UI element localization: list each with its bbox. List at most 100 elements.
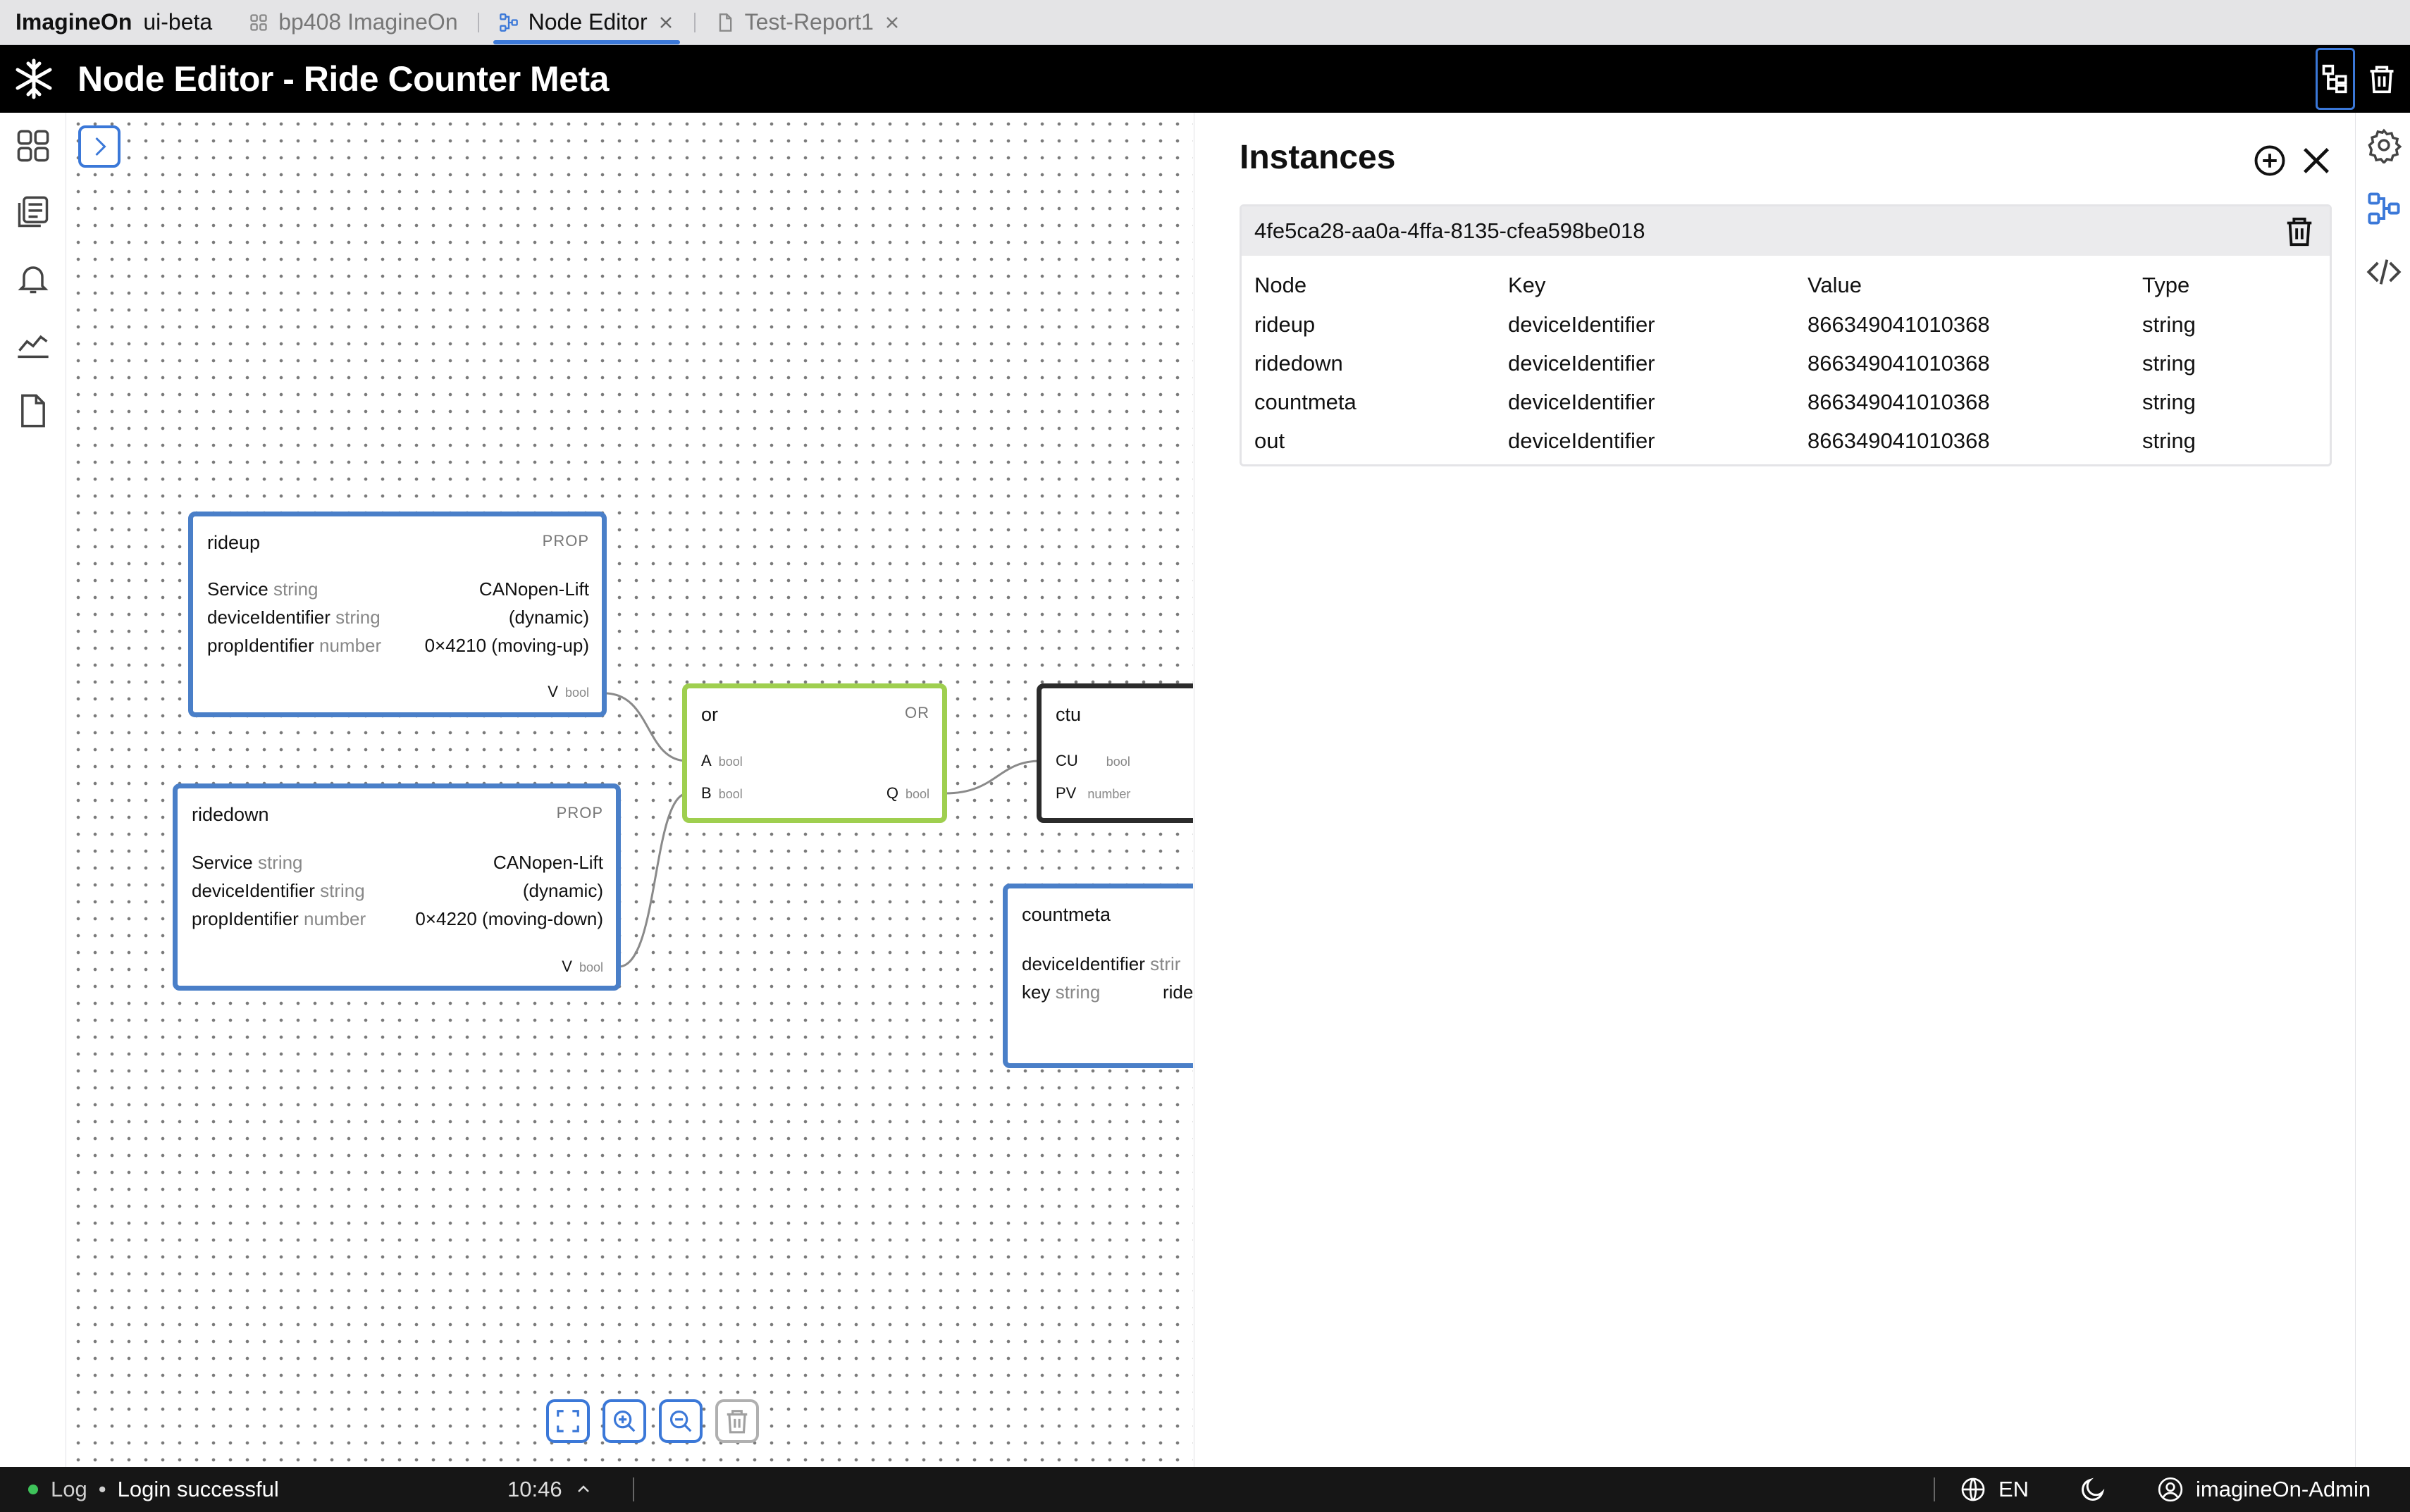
output-port-q[interactable]: Qbool [886, 784, 929, 803]
cell-value: 866349041010368 [1808, 311, 1990, 337]
node-rideup[interactable]: rideup PROP Service string CANopen-Lift … [188, 512, 607, 717]
tab-test-report[interactable]: Test-Report1 [700, 0, 916, 44]
status-message: Login successful [117, 1477, 279, 1501]
zoom-out-icon [669, 1410, 692, 1432]
status-divider [633, 1477, 634, 1501]
node-graph-icon [499, 13, 518, 32]
trash-icon [2370, 66, 2394, 94]
cell-key: deviceIdentifier [1508, 311, 1655, 337]
instances-panel: Instances 4fe5ca28-aa0a-4ffa-8135-cfea59… [1194, 113, 2355, 1467]
left-sidebar [0, 113, 66, 1467]
node-field: Service string CANopen-Lift [207, 578, 589, 600]
instance-table: Node Key Value Type rideup deviceIdentif… [1254, 266, 2325, 460]
settings-button[interactable] [2364, 125, 2404, 165]
instance-card: 4fe5ca28-aa0a-4ffa-8135-cfea598be018 Nod… [1240, 204, 2332, 466]
delete-button[interactable] [2362, 48, 2402, 110]
node-badge: OR [905, 704, 929, 721]
tab-bp408[interactable]: bp408 ImagineOn [233, 0, 473, 44]
cell-value: 866349041010368 [1808, 350, 1990, 376]
sidebar-notifications[interactable] [13, 258, 54, 299]
expand-panel-button[interactable] [78, 125, 121, 168]
trash-icon [727, 1410, 748, 1434]
panel-title: Instances [1240, 139, 1396, 176]
column-header: Node [1254, 273, 1307, 297]
page-title: Node Editor - Ride Counter Meta [78, 59, 609, 99]
user-menu[interactable]: imagineOn-Admin [2156, 1475, 2371, 1504]
status-divider [1934, 1477, 1935, 1501]
tab-separator [477, 12, 479, 32]
tab-separator [693, 12, 696, 32]
log-label[interactable]: Log [51, 1477, 87, 1502]
status-bar: Log • Login successful 10:46 EN imagineO… [0, 1467, 2410, 1512]
tab-label: bp408 ImagineOn [278, 9, 458, 35]
sidebar-documents[interactable] [13, 192, 54, 233]
node-canvas[interactable]: rideup PROP Service string CANopen-Lift … [67, 113, 1193, 1467]
tab-label: Node Editor [528, 9, 648, 35]
right-sidebar [2355, 113, 2410, 1467]
node-structure-icon [2368, 192, 2400, 225]
node-title: ctu [1056, 704, 1082, 725]
sidebar-apps[interactable] [13, 125, 54, 166]
fit-view-icon [557, 1410, 579, 1432]
cell-node: out [1254, 428, 1285, 453]
hierarchy-tree-button[interactable] [2316, 48, 2355, 110]
input-port-a[interactable]: Abool [701, 752, 743, 770]
node-ctu[interactable]: ctu CU bool PV number [1037, 683, 1193, 823]
chart-line-icon [18, 335, 49, 359]
node-or[interactable]: or OR Abool Bbool Qbool [682, 683, 947, 823]
close-icon[interactable] [2297, 141, 2336, 180]
brand[interactable]: ImagineOn ui-beta [0, 0, 233, 44]
snowflake-logo-icon [16, 58, 52, 99]
app-header: Node Editor - Ride Counter Meta [0, 45, 2410, 113]
theme-toggle[interactable] [2079, 1475, 2107, 1504]
table-header-row: Node Key Value Type [1254, 266, 2325, 305]
input-port-cu[interactable]: CU bool [1056, 752, 1130, 770]
zoom-in-button[interactable] [602, 1399, 646, 1443]
column-header: Type [2142, 273, 2190, 297]
close-icon[interactable] [657, 14, 674, 31]
chevron-up-icon [577, 1485, 589, 1492]
chevron-right-icon [95, 137, 106, 156]
cell-key: deviceIdentifier [1508, 428, 1655, 453]
log-time[interactable]: 10:46 [507, 1477, 592, 1502]
node-countmeta[interactable]: countmeta deviceIdentifier strir key str… [1003, 884, 1193, 1068]
node-title: ridedown [192, 804, 269, 825]
add-circle-icon[interactable] [2251, 142, 2288, 179]
fit-view-button[interactable] [546, 1399, 590, 1443]
node-structure-button[interactable] [2364, 189, 2404, 228]
user-name: imagineOn-Admin [2196, 1477, 2371, 1501]
hierarchy-tree-icon [2322, 64, 2347, 94]
input-port-pv[interactable]: PV number [1056, 784, 1130, 803]
node-field: deviceIdentifier string (dynamic) [207, 607, 589, 628]
node-title: rideup [207, 532, 261, 553]
wire-or-ctu [944, 760, 1042, 795]
language-selector[interactable]: EN [1959, 1475, 2029, 1504]
brand-name: ImagineOn [16, 9, 132, 35]
zoom-out-button[interactable] [659, 1399, 703, 1443]
code-view-button[interactable] [2364, 252, 2404, 292]
output-port[interactable]: Vbool [548, 683, 589, 701]
table-row: countmeta deviceIdentifier 8663490410103… [1254, 383, 2325, 421]
cell-type: string [2142, 311, 2196, 337]
cell-key: deviceIdentifier [1508, 350, 1655, 376]
zoom-in-icon [613, 1410, 636, 1432]
canvas-toolbar [546, 1399, 759, 1443]
instance-header: 4fe5ca28-aa0a-4ffa-8135-cfea598be018 [1242, 206, 2330, 256]
trash-icon[interactable] [2283, 215, 2316, 247]
tab-node-editor[interactable]: Node Editor [483, 0, 690, 44]
sidebar-analytics[interactable] [13, 324, 54, 365]
separator-dot: • [98, 1477, 106, 1501]
close-icon[interactable] [884, 14, 901, 31]
wire-ridedown-or [618, 792, 688, 968]
wire-rideup-or [604, 692, 688, 762]
cell-key: deviceIdentifier [1508, 389, 1655, 414]
node-title: or [701, 704, 719, 725]
cell-node: ridedown [1254, 350, 1343, 376]
node-ridedown[interactable]: ridedown PROP Service string CANopen-Lif… [173, 783, 621, 991]
node-field: Service string CANopen-Lift [192, 852, 603, 873]
node-field: propIdentifier number 0×4220 (moving-dow… [192, 908, 603, 929]
delete-node-button[interactable] [715, 1399, 759, 1443]
input-port-b[interactable]: Bbool [701, 784, 743, 803]
output-port[interactable]: Vbool [562, 958, 603, 976]
sidebar-files[interactable] [13, 390, 54, 431]
